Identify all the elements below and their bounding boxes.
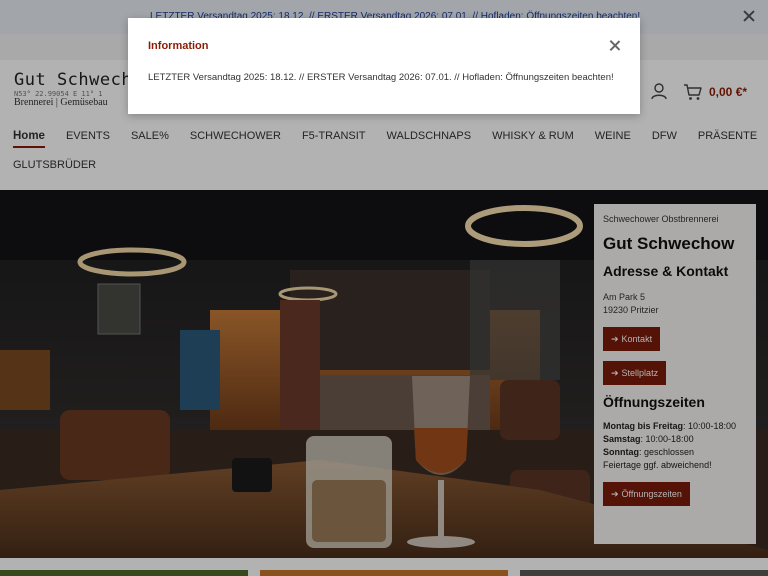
close-icon[interactable] xyxy=(608,39,621,52)
modal-title: Information xyxy=(148,40,209,52)
modal-body: LETZTER Versandtag 2025: 18.12. // ERSTE… xyxy=(148,72,614,83)
info-modal: Information LETZTER Versandtag 2025: 18.… xyxy=(128,18,640,114)
